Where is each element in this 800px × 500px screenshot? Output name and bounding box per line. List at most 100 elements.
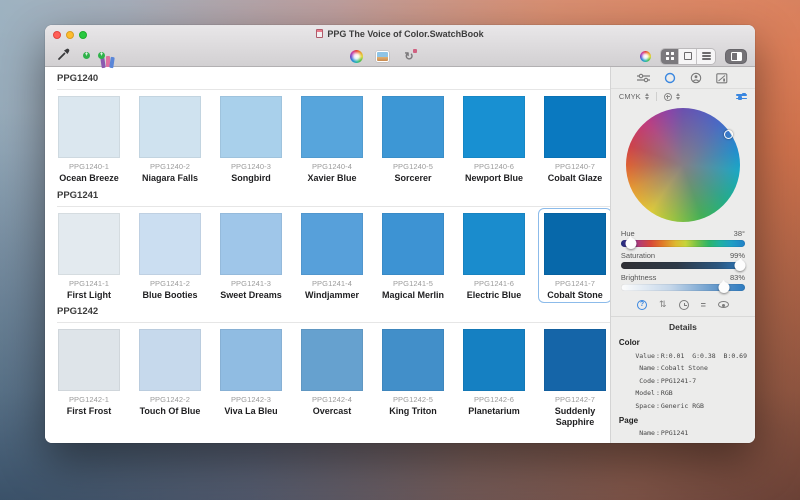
swatch-cell[interactable]: PPG1241-5 Magical Merlin [382,213,444,301]
swatch-cell[interactable]: PPG1242-1 First Frost [58,329,120,427]
swatch-name: Songbird [220,173,282,184]
sliders-tab-icon[interactable] [637,72,651,84]
swatch-code: PPG1240-5 [382,162,444,171]
swatch-cell[interactable]: PPG1242-5 King Triton [382,329,444,427]
swatch-color [58,96,120,158]
swatch-cell[interactable]: PPG1240-4 Xavier Blue [301,96,363,184]
app-window: PPG The Voice of Color.SwatchBook + + [45,25,755,443]
clock-icon[interactable] [679,300,689,310]
titlebar: PPG The Voice of Color.SwatchBook [45,25,755,45]
color-wheel-icon[interactable] [350,50,363,63]
swatch-cell[interactable]: PPG1240-5 Sorcerer [382,96,444,184]
swatch-cell[interactable]: PPG1242-6 Planetarium [463,329,525,427]
report-tab-icon[interactable] [715,72,729,84]
swatch-cell[interactable]: PPG1242-7 Suddenly Sapphire [544,329,606,427]
profile-icon [664,93,672,101]
group-title: PPG1240 [57,73,610,84]
swatch-cell[interactable]: PPG1241-3 Sweet Dreams [220,213,282,301]
window-header: PPG The Voice of Color.SwatchBook + + [45,25,755,67]
swatch-group: PPG1242 PPG1242-1 First Frost PPG1242-2 … [45,306,610,427]
swatch-cell[interactable]: PPG1240-1 Ocean Breeze [58,96,120,184]
saturation-slider-track[interactable] [621,262,745,269]
convert-icon[interactable]: ↻ [402,50,416,63]
swatch-color [463,329,525,391]
swatch-cell[interactable]: PPG1240-2 Niagara Falls [139,96,201,184]
details-section-title: Color [619,338,747,347]
swatch-name: King Triton [382,406,444,417]
swatch-name: Viva La Bleu [220,406,282,417]
swatch-color [139,329,201,391]
image-icon[interactable] [376,51,389,62]
color-wheel[interactable] [626,108,740,222]
saturation-slider-thumb[interactable] [735,260,746,271]
swatch-color [220,96,282,158]
brightness-slider-track[interactable] [621,284,745,291]
swatch-name: Planetarium [463,406,525,417]
toolbar-center: ↻ [350,50,416,63]
swatch-group: PPG1241 PPG1241-1 First Light PPG1241-2 … [45,190,610,301]
swatch-color [544,213,606,275]
swatch-code: PPG1242-6 [463,395,525,404]
grid-view-button[interactable] [661,49,679,64]
swatch-name: Blue Booties [139,290,201,301]
help-icon[interactable]: ? [637,300,647,310]
sort-icon[interactable]: ⇅ [659,299,667,310]
swatch-cell[interactable]: PPG1242-4 Overcast [301,329,363,427]
swatch-cell[interactable]: PPG1241-4 Windjammer [301,213,363,301]
swatch-cell[interactable]: PPG1240-3 Songbird [220,96,282,184]
details-row: Code:PPG1241-7 [619,377,747,385]
swatch-name: Sweet Dreams [220,290,282,301]
color-wheel-small-icon[interactable] [640,51,651,62]
user-tab-icon[interactable] [689,72,703,84]
equals-icon[interactable]: = [701,300,706,310]
wheel-tab-icon[interactable] [663,72,677,84]
adjust-icon[interactable] [736,94,747,99]
swatch-color [382,96,444,158]
sidebar-toggle-button[interactable] [725,49,747,64]
swatch-code: PPG1241-5 [382,279,444,288]
grid-icon [666,52,674,60]
swatch-name: Ocean Breeze [58,173,120,184]
toolbar-right [640,48,747,65]
swatch-code: PPG1242-3 [220,395,282,404]
swatch-color [139,96,201,158]
eyedropper-icon[interactable] [57,47,71,66]
slider-row: Brightness 83% [621,273,745,291]
swatch-cell[interactable]: PPG1242-3 Viva La Bleu [220,329,282,427]
swatch-cell[interactable]: PPG1240-6 Newport Blue [463,96,525,184]
document-icon [316,29,323,38]
wheel-cursor[interactable] [724,130,733,139]
brightness-slider-thumb[interactable] [718,282,729,293]
details-row: Value:R:0.01 G:0.38 B:0.69 [619,352,747,360]
swatch-color [382,329,444,391]
hue-slider-track[interactable] [621,240,745,247]
single-view-button[interactable] [679,49,697,64]
eye-icon[interactable] [718,301,729,308]
swatch-cell[interactable]: PPG1241-1 First Light [58,213,120,301]
list-view-button[interactable] [697,49,715,64]
swatch-code: PPG1241-1 [58,279,120,288]
details-section-title: Page [619,416,747,425]
divider [656,92,657,101]
hue-slider-thumb[interactable] [625,238,636,249]
swatch-code: PPG1240-2 [139,162,201,171]
profile-dropdown[interactable] [676,93,680,100]
colorspace-row: CMYK [611,89,755,103]
swatch-cell[interactable]: PPG1242-2 Touch Of Blue [139,329,201,427]
swatch-name: First Light [58,290,120,301]
toolbar-left: + + [57,47,101,66]
swatch-cell[interactable]: PPG1241-2 Blue Booties [139,213,201,301]
hsb-sliders: Hue 38° Saturation 99% Brightness 83% [611,222,755,291]
swatch-color [463,213,525,275]
swatch-cell[interactable]: PPG1240-7 Cobalt Glaze [544,96,606,184]
sidebar-icon [731,52,742,61]
colorspace-dropdown[interactable] [645,93,649,100]
details-row: Colors:7 [619,442,747,444]
swatch-color [220,329,282,391]
swatch-code: PPG1242-1 [58,395,120,404]
slider-row: Hue 38° [621,229,745,247]
swatch-grid: PPG1240 PPG1240-1 Ocean Breeze PPG1240-2… [45,67,611,443]
swatch-cell[interactable]: PPG1241-7 Cobalt Stone [544,213,606,301]
swatch-code: PPG1240-1 [58,162,120,171]
swatch-cell[interactable]: PPG1241-6 Electric Blue [463,213,525,301]
